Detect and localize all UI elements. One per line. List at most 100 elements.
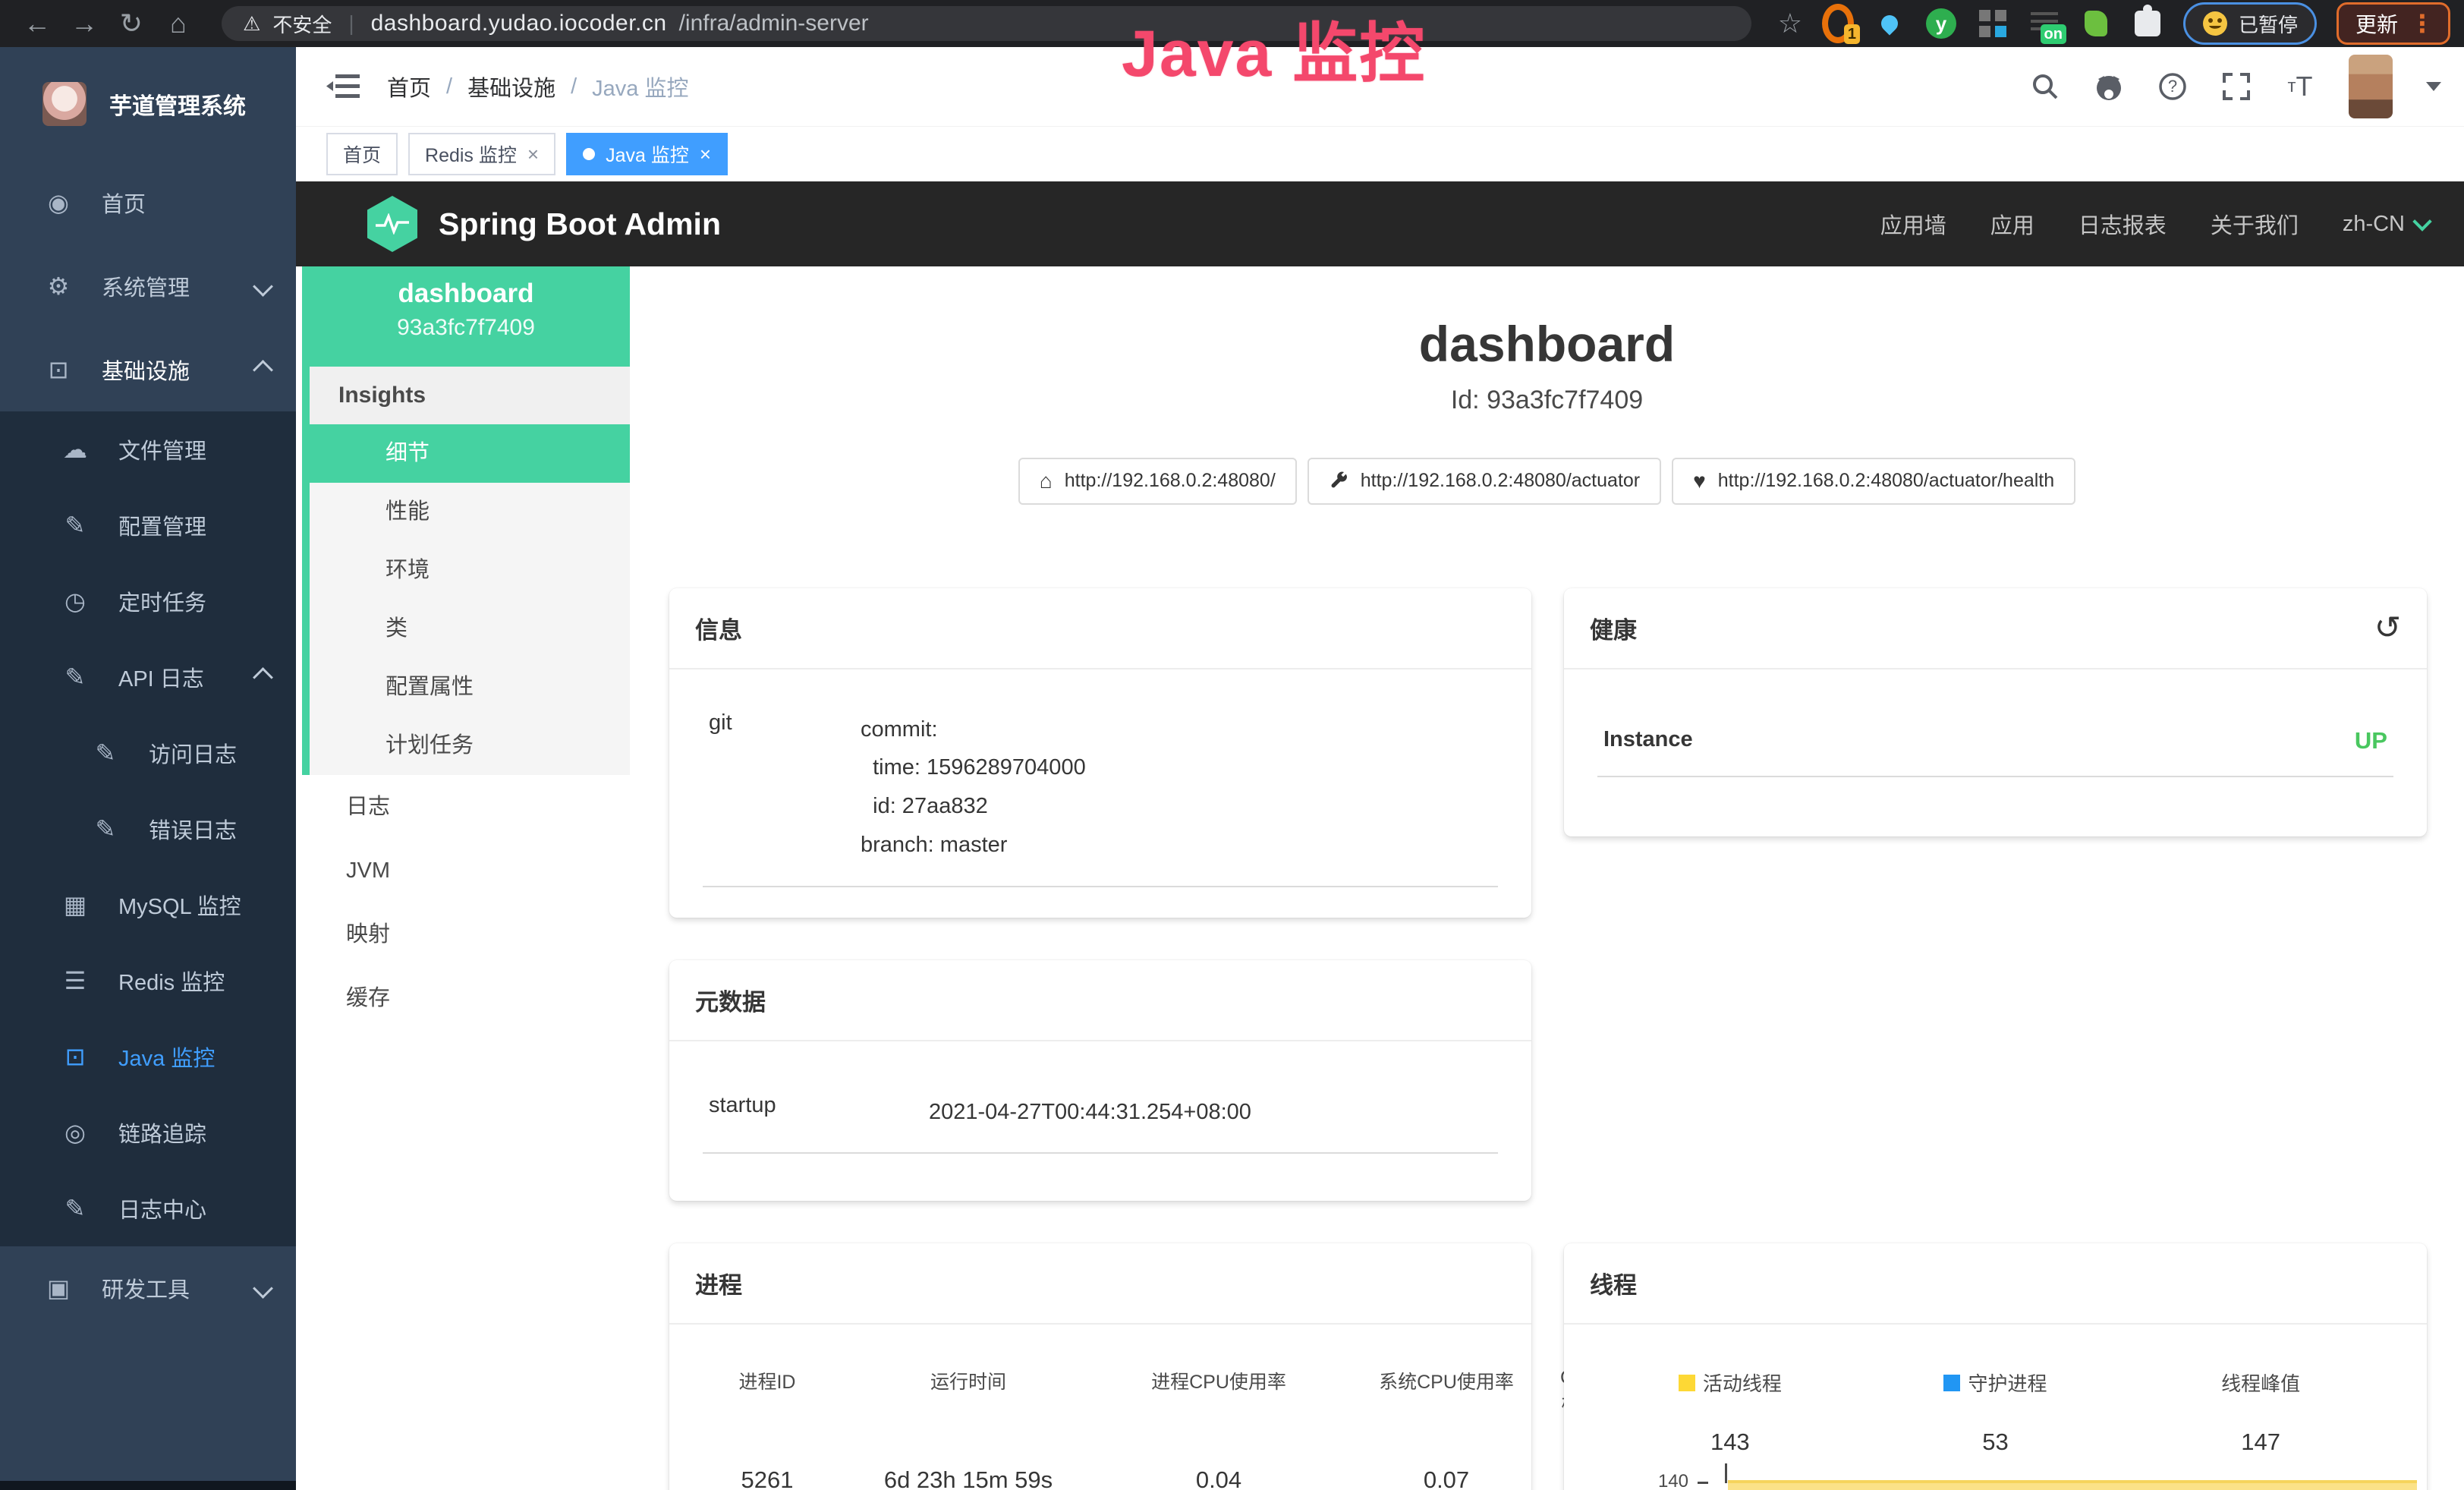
gear-icon: ⚙: [42, 272, 74, 301]
extension-sprout-icon[interactable]: [2080, 8, 2112, 39]
sba-logo-icon: [367, 196, 417, 252]
insights-section-label: Insights: [310, 367, 630, 424]
close-icon[interactable]: ×: [527, 143, 539, 166]
insecure-label: 不安全: [272, 10, 332, 38]
sba-nav-applications[interactable]: 应用: [1990, 208, 2034, 240]
live-threads-swatch: [1679, 1375, 1695, 1391]
extension-colorpicker-icon[interactable]: 1: [1822, 8, 1854, 39]
health-card-title: 健康: [1590, 611, 1637, 645]
user-menu-caret-icon[interactable]: [2426, 82, 2441, 91]
bookmark-star-icon[interactable]: ☆: [1778, 8, 1802, 39]
process-card: 进程 进程ID 运行时间 进程CPU使用率 系统CPU使用率 CPU核心数 52…: [669, 1243, 1531, 1490]
browser-back-icon[interactable]: ←: [14, 0, 61, 47]
health-instance-label: Instance: [1603, 727, 1693, 752]
close-icon[interactable]: ×: [700, 143, 711, 166]
service-url-button[interactable]: ⌂ http://192.168.0.2:48080/: [1018, 458, 1297, 505]
sidebar-item-label: 链路追踪: [118, 1117, 206, 1148]
browser-update-button[interactable]: 更新 ⋮: [2337, 2, 2450, 45]
sidebar-item-access-log[interactable]: ✎ 访问日志: [0, 715, 296, 791]
sba-nav-journal[interactable]: 日志报表: [2079, 208, 2167, 240]
sidebar-item-dev-tools[interactable]: ▣ 研发工具: [0, 1246, 296, 1330]
sba-tab-metrics[interactable]: 性能: [310, 483, 630, 541]
address-bar[interactable]: ⚠ 不安全 | dashboard.yudao.iocoder.cn /infr…: [222, 6, 1751, 41]
sba-tab-environment[interactable]: 环境: [310, 541, 630, 600]
health-instance-row[interactable]: Instance UP: [1597, 718, 2393, 777]
live-threads-area: [1728, 1480, 2417, 1490]
font-size-icon[interactable]: тT: [2285, 71, 2315, 102]
sidebar-item-jobs[interactable]: ◷ 定时任务: [0, 563, 296, 639]
fullscreen-icon[interactable]: [2221, 71, 2252, 102]
sba-tab-details[interactable]: 细节: [302, 424, 630, 483]
process-proc-cpu: 0.04: [1105, 1466, 1333, 1490]
sidebar-item-label: 日志中心: [118, 1192, 206, 1224]
sidebar-item-java-monitor[interactable]: ⊡ Java 监控: [0, 1019, 296, 1095]
extension-badge-on: on: [2041, 24, 2066, 44]
instance-links: ⌂ http://192.168.0.2:48080/ http://192.1…: [630, 458, 2464, 505]
browser-reload-icon[interactable]: ↻: [108, 0, 155, 47]
tag-home[interactable]: 首页: [326, 133, 398, 175]
breadcrumb-home[interactable]: 首页: [387, 71, 431, 102]
instance-id: 93a3fc7f7409: [302, 315, 630, 341]
sidebar-item-api-log[interactable]: ✎ API 日志: [0, 639, 296, 715]
sidebar-item-config[interactable]: ✎ 配置管理: [0, 487, 296, 563]
process-col-sys-cpu: 系统CPU使用率: [1333, 1367, 1560, 1444]
app-logo: [42, 82, 87, 126]
breadcrumb-infra[interactable]: 基础设施: [467, 71, 555, 102]
sidebar-item-redis[interactable]: ☰ Redis 监控: [0, 943, 296, 1019]
sidebar-item-mysql[interactable]: ▦ MySQL 监控: [0, 867, 296, 943]
extension-switch-icon[interactable]: on: [2028, 8, 2060, 39]
sba-instance-header[interactable]: dashboard 93a3fc7f7409: [302, 266, 630, 367]
sidebar-item-tracing[interactable]: ◎ 链路追踪: [0, 1095, 296, 1170]
browser-home-icon[interactable]: ⌂: [155, 0, 202, 47]
sba-tab-jvm[interactable]: JVM: [302, 839, 630, 903]
collapse-menu-icon[interactable]: [326, 73, 360, 100]
threads-card-title: 线程: [1564, 1243, 2427, 1325]
search-icon[interactable]: [2030, 71, 2060, 102]
smiley-avatar-icon: [2202, 11, 2228, 36]
extensions-puzzle-icon[interactable]: [2132, 8, 2163, 39]
profile-paused-chip[interactable]: 已暂停: [2183, 2, 2317, 45]
sba-tab-config-props[interactable]: 配置属性: [310, 658, 630, 717]
status-badge: UP: [2355, 727, 2387, 754]
sidebar-item-error-log[interactable]: ✎ 错误日志: [0, 791, 296, 867]
daemon-threads-swatch: [1943, 1375, 1960, 1391]
sidebar-item-label: Redis 监控: [118, 965, 225, 997]
browser-forward-icon[interactable]: →: [61, 0, 108, 47]
sba-tab-mappings[interactable]: 映射: [302, 903, 630, 966]
sba-nav-wallboard[interactable]: 应用墙: [1880, 208, 1946, 240]
threads-legend: 活动线程 守护进程 线程峰值 143: [1597, 1369, 2393, 1456]
process-pid: 5261: [703, 1466, 832, 1490]
browser-menu-icon[interactable]: ⋮: [2410, 9, 2434, 38]
sba-tab-logs[interactable]: 日志: [302, 775, 630, 839]
app-logo-row[interactable]: 芋道管理系统: [0, 47, 296, 161]
instance-name: dashboard: [302, 279, 630, 309]
sba-tab-classes[interactable]: 类: [310, 600, 630, 658]
extension-y-icon[interactable]: y: [1925, 8, 1957, 39]
sidebar-item-log-center[interactable]: ✎ 日志中心: [0, 1170, 296, 1246]
extension-grid-icon[interactable]: [1977, 8, 2009, 39]
tag-redis-monitor[interactable]: Redis 监控 ×: [408, 133, 555, 175]
sba-tab-scheduled-tasks[interactable]: 计划任务: [310, 717, 630, 775]
help-icon[interactable]: ?: [2157, 71, 2188, 102]
url-domain: dashboard.yudao.iocoder.cn: [371, 11, 667, 36]
user-avatar[interactable]: [2349, 55, 2393, 118]
tag-label: Redis 监控: [425, 140, 517, 168]
actuator-url-button[interactable]: http://192.168.0.2:48080/actuator: [1308, 458, 1661, 505]
sba-tab-caches[interactable]: 缓存: [302, 966, 630, 1030]
svg-text:?: ?: [2168, 77, 2177, 96]
github-icon[interactable]: [2094, 71, 2124, 102]
sidebar-item-home[interactable]: ◉ 首页: [0, 161, 296, 244]
sidebar-item-infra[interactable]: ⊡ 基础设施: [0, 328, 296, 411]
health-history-icon[interactable]: ↺: [2374, 612, 2401, 644]
sidebar-item-files[interactable]: ☁ 文件管理: [0, 411, 296, 487]
extension-pin-icon[interactable]: [1874, 8, 1905, 39]
table-icon: ▦: [59, 890, 91, 919]
tag-java-monitor[interactable]: Java 监控 ×: [566, 133, 728, 175]
health-url-button[interactable]: ♥ http://192.168.0.2:48080/actuator/heal…: [1672, 458, 2075, 505]
sidebar-item-system[interactable]: ⚙ 系统管理: [0, 244, 296, 328]
sidebar-item-label: 访问日志: [149, 737, 237, 769]
briefcase-icon: ▣: [42, 1274, 74, 1303]
insights-group: Insights 细节 性能 环境 类 配置属性 计划任务: [302, 367, 630, 775]
sba-nav-about[interactable]: 关于我们: [2211, 208, 2299, 240]
sba-locale-select[interactable]: zh-CN: [2343, 212, 2429, 237]
